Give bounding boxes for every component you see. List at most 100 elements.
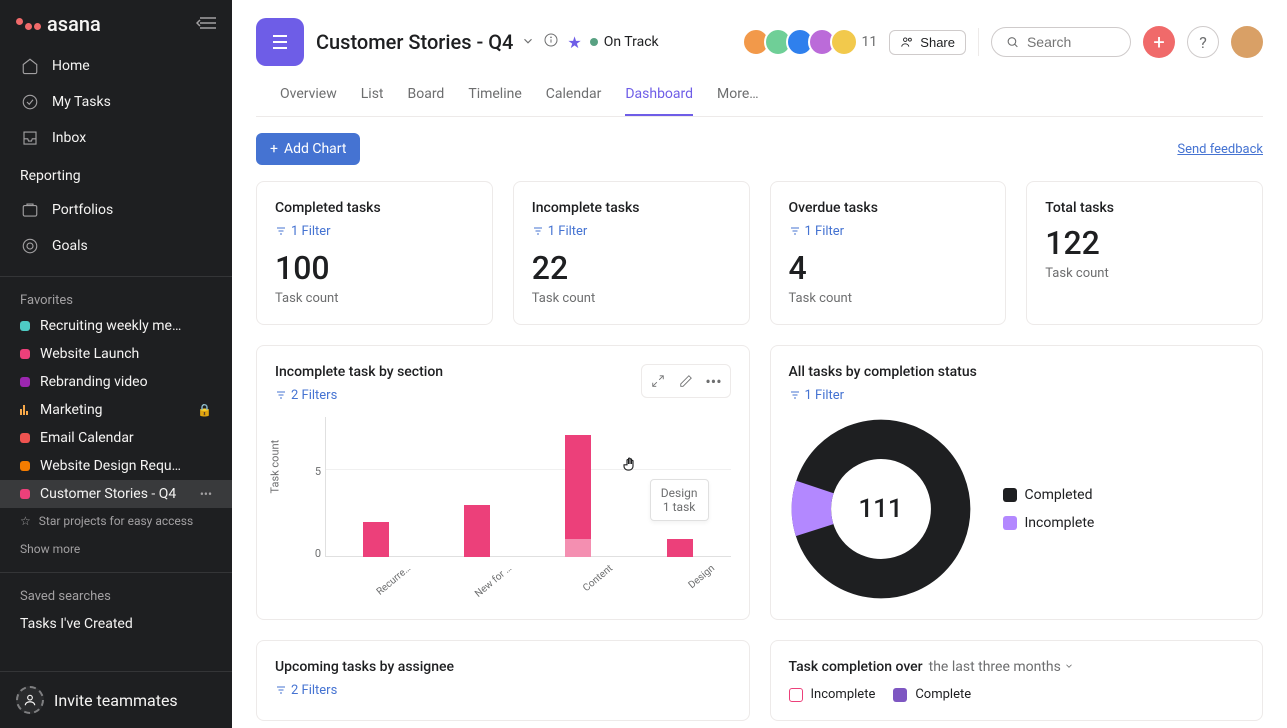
invite-teammates[interactable]: Invite teammates: [0, 671, 232, 728]
fav-marketing[interactable]: Marketing 🔒: [0, 396, 232, 424]
edit-icon[interactable]: [674, 369, 698, 393]
user-avatar[interactable]: [1231, 26, 1263, 58]
stat-incomplete[interactable]: Incomplete tasks 1 Filter 22 Task count: [513, 181, 750, 325]
search-icon: [1006, 34, 1019, 50]
show-more-link[interactable]: Show more: [0, 534, 232, 564]
filter-link[interactable]: 1 Filter: [789, 224, 845, 239]
filter-icon: [789, 225, 801, 237]
portfolio-icon: [20, 200, 40, 220]
saved-tasks-created[interactable]: Tasks I've Created: [0, 608, 232, 640]
project-header: Customer Stories - Q4 ★ On Track 11 Shar…: [232, 0, 1287, 117]
more-icon[interactable]: •••: [702, 369, 726, 393]
expand-icon[interactable]: [646, 369, 670, 393]
tab-more[interactable]: More…: [717, 76, 759, 116]
stat-cards-row: Completed tasks 1 Filter 100 Task count …: [256, 181, 1263, 325]
bars-icon: [20, 405, 30, 415]
filter-icon: [532, 225, 544, 237]
legend-item: Completed: [1003, 487, 1095, 503]
filter-link[interactable]: 2 Filters: [275, 683, 337, 698]
people-icon: [900, 35, 914, 49]
collapse-sidebar-icon[interactable]: [196, 15, 216, 34]
filter-link[interactable]: 2 Filters: [275, 388, 337, 403]
stat-total[interactable]: Total tasks 122 Task count: [1026, 181, 1263, 325]
filter-icon: [275, 684, 287, 696]
bottom-chart-row: Upcoming tasks by assignee 2 Filters Tas…: [256, 640, 1263, 721]
star-outline-icon: ☆: [20, 514, 31, 528]
stat-value: 22: [532, 249, 731, 287]
nav-label: Home: [52, 58, 90, 74]
info-icon[interactable]: [543, 32, 559, 52]
filter-icon: [275, 389, 287, 401]
tab-timeline[interactable]: Timeline: [468, 76, 521, 116]
tab-overview[interactable]: Overview: [280, 76, 337, 116]
donut-chart-card[interactable]: All tasks by completion status 1 Filter …: [770, 345, 1264, 620]
stat-overdue[interactable]: Overdue tasks 1 Filter 4 Task count: [770, 181, 1007, 325]
send-feedback-link[interactable]: Send feedback: [1177, 142, 1263, 157]
fav-customer-stories[interactable]: Customer Stories - Q4•••: [0, 480, 232, 508]
dashboard-toolbar: +Add Chart Send feedback: [232, 117, 1287, 173]
fav-rebranding[interactable]: Rebranding video: [0, 368, 232, 396]
search-input[interactable]: [1027, 34, 1116, 50]
legend-item: Incomplete: [789, 687, 876, 702]
project-title: Customer Stories - Q4: [316, 30, 513, 54]
completion-over-card[interactable]: Task completion over the last three mont…: [770, 640, 1264, 721]
reporting-heading: Reporting: [0, 160, 232, 188]
nav-label: Inbox: [52, 130, 86, 146]
star-icon[interactable]: ★: [567, 33, 581, 52]
nav-label: Goals: [52, 238, 88, 254]
bar-chart: Task count 5 0 Recurre… New for … Conten…: [305, 417, 731, 597]
fav-website-design[interactable]: Website Design Requ…: [0, 452, 232, 480]
chevron-down-icon: [1064, 661, 1074, 671]
filter-link[interactable]: 1 Filter: [532, 224, 588, 239]
global-add-button[interactable]: +: [1143, 26, 1175, 58]
star-hint: ☆Star projects for easy access: [0, 508, 232, 534]
stat-completed[interactable]: Completed tasks 1 Filter 100 Task count: [256, 181, 493, 325]
nav-inbox[interactable]: Inbox: [8, 120, 224, 156]
logo[interactable]: asana: [16, 12, 101, 36]
more-icon[interactable]: •••: [200, 487, 212, 501]
donut-legend: Completed Incomplete: [1003, 487, 1095, 531]
legend-item: Complete: [893, 687, 971, 702]
chevron-down-icon[interactable]: [521, 33, 535, 52]
help-button[interactable]: ?: [1187, 26, 1219, 58]
chart-tooltip: Design 1 task: [650, 479, 709, 521]
tab-board[interactable]: Board: [408, 76, 445, 116]
project-status[interactable]: On Track: [590, 34, 659, 50]
tab-calendar[interactable]: Calendar: [546, 76, 602, 116]
fav-website-launch[interactable]: Website Launch: [0, 340, 232, 368]
invite-icon: [16, 686, 44, 714]
member-avatars[interactable]: 11: [748, 28, 878, 56]
donut-chart: 111: [789, 417, 973, 601]
filter-icon: [789, 389, 801, 401]
range-selector[interactable]: the last three months: [929, 659, 1075, 675]
chart-row: Incomplete task by section 2 Filters •••…: [256, 345, 1263, 620]
filter-link[interactable]: 1 Filter: [789, 388, 845, 403]
saved-searches-heading: Saved searches: [0, 581, 232, 608]
reporting-nav: Portfolios Goals: [0, 188, 232, 268]
nav-home[interactable]: Home: [8, 48, 224, 84]
filter-icon: [275, 225, 287, 237]
tab-dashboard[interactable]: Dashboard: [625, 76, 693, 116]
add-chart-button[interactable]: +Add Chart: [256, 133, 360, 165]
search-box[interactable]: [991, 27, 1131, 57]
logo-text: asana: [47, 12, 101, 36]
stat-value: 122: [1045, 224, 1244, 262]
nav-goals[interactable]: Goals: [8, 228, 224, 264]
tab-list[interactable]: List: [361, 76, 384, 116]
avatar-count: 11: [862, 34, 878, 50]
nav-my-tasks[interactable]: My Tasks: [8, 84, 224, 120]
check-circle-icon: [20, 92, 40, 112]
donut-center-value: 111: [789, 417, 973, 601]
fav-email-calendar[interactable]: Email Calendar: [0, 424, 232, 452]
project-icon[interactable]: [256, 18, 304, 66]
home-icon: [20, 56, 40, 76]
fav-recruiting[interactable]: Recruiting weekly me…: [0, 312, 232, 340]
bar-chart-card[interactable]: Incomplete task by section 2 Filters •••…: [256, 345, 750, 620]
nav-portfolios[interactable]: Portfolios: [8, 192, 224, 228]
goal-icon: [20, 236, 40, 256]
upcoming-tasks-card[interactable]: Upcoming tasks by assignee 2 Filters: [256, 640, 750, 721]
share-button[interactable]: Share: [889, 30, 966, 55]
status-dot-icon: [590, 38, 598, 46]
filter-link[interactable]: 1 Filter: [275, 224, 331, 239]
completion-legend: Incomplete Complete: [789, 687, 1245, 702]
